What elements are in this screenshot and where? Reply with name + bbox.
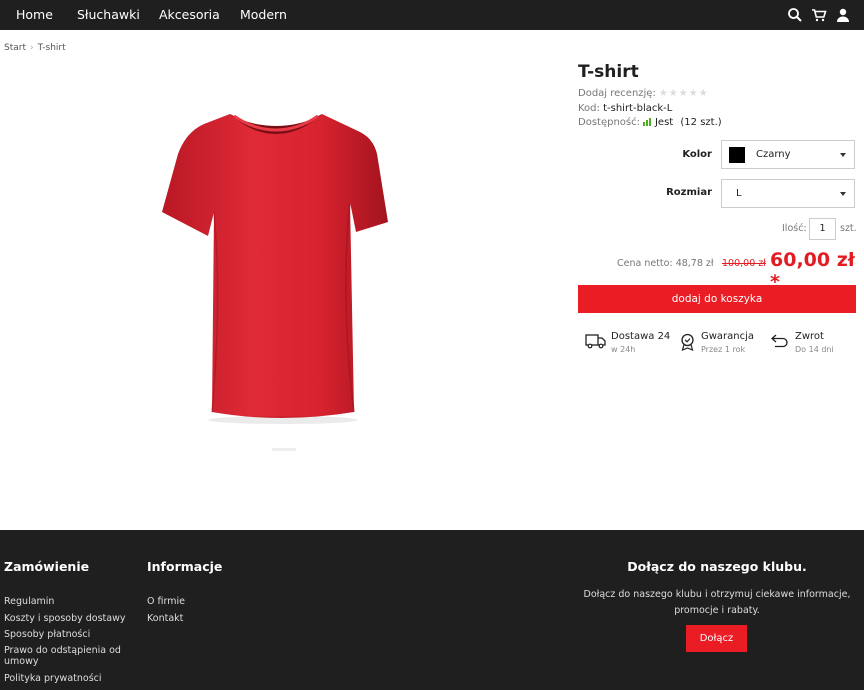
availability-icon	[642, 118, 652, 129]
rating-stars[interactable]: ★★★★★	[659, 88, 709, 99]
availability-row: Dostępność: Jest (12 szt.)	[578, 117, 722, 129]
footer-heading-order: Zamówienie	[4, 559, 90, 574]
feature-return: Zwrot Do 14 dni	[770, 331, 850, 357]
feature-title: Gwarancja	[701, 331, 755, 342]
quantity-unit: szt.	[840, 223, 857, 234]
search-icon[interactable]	[787, 7, 803, 23]
badge-icon	[681, 333, 694, 351]
footer-link[interactable]: Sposoby płatności	[4, 629, 134, 640]
add-to-cart-button[interactable]: dodaj do koszyka	[578, 285, 856, 313]
breadcrumb-separator: ›	[30, 43, 34, 53]
availability-value: Jest	[654, 117, 674, 128]
join-club-button[interactable]: Dołącz	[686, 625, 747, 652]
image-pagination	[272, 448, 296, 451]
footer-link[interactable]: O firmie	[147, 596, 185, 607]
review-label[interactable]: Dodaj recenzję:	[578, 88, 656, 99]
code-label: Kod:	[578, 103, 600, 114]
quantity-label: Ilość:	[782, 223, 807, 234]
color-swatch	[729, 147, 745, 163]
feature-title: Dostawa 24	[611, 331, 671, 342]
footer-link[interactable]: Koszty i sposoby dostawy	[4, 613, 134, 624]
product-code: t-shirt-black-L	[603, 103, 673, 114]
code-row: Kod: t-shirt-black-L	[578, 103, 672, 114]
product-image[interactable]	[150, 100, 400, 430]
club-description: Dołącz do naszego klubu i otrzymuj cieka…	[583, 589, 851, 616]
availability-label: Dostępność:	[578, 117, 640, 128]
old-price: 100,00 zł	[722, 258, 766, 269]
breadcrumb-current: T-shirt	[37, 43, 66, 53]
review-row: Dodaj recenzję: ★★★★★	[578, 88, 709, 99]
size-label: Rozmiar	[666, 187, 712, 198]
chevron-down-icon	[840, 192, 846, 196]
net-price: Cena netto: 48,78 zł	[617, 258, 714, 269]
feature-title: Zwrot	[795, 331, 824, 342]
nav-item-home[interactable]: Home	[16, 7, 53, 22]
footer-link[interactable]: Kontakt	[147, 613, 183, 624]
product-title: T-shirt	[578, 62, 639, 82]
footer-link[interactable]: Regulamin	[4, 596, 134, 607]
user-icon[interactable]	[835, 7, 851, 23]
color-label: Kolor	[682, 149, 712, 160]
footer: Zamówienie Regulamin Koszty i sposoby do…	[0, 530, 864, 690]
truck-icon	[585, 334, 606, 349]
top-navigation: Home Słuchawki Akcesoria Modern	[0, 0, 864, 30]
chevron-down-icon	[840, 153, 846, 157]
stock-count: (12 szt.)	[680, 117, 722, 128]
color-value: Czarny	[756, 149, 791, 160]
feature-subtitle: Do 14 dni	[795, 345, 834, 354]
feature-delivery: Dostawa 24 w 24h	[585, 331, 675, 357]
feature-subtitle: w 24h	[611, 345, 636, 354]
size-select[interactable]: L	[721, 179, 855, 208]
nav-item-sluchawki[interactable]: Słuchawki	[77, 7, 140, 22]
nav-item-modern[interactable]: Modern	[240, 7, 287, 22]
footer-link[interactable]: Polityka prywatności	[4, 673, 134, 684]
footer-heading-info: Informacje	[147, 559, 223, 574]
feature-warranty: Gwarancja Przez 1 rok	[679, 331, 764, 357]
breadcrumb-start[interactable]: Start	[4, 43, 26, 53]
size-value: L	[736, 188, 742, 199]
cart-icon[interactable]	[811, 7, 827, 23]
footer-link[interactable]: Prawo do odstąpienia od umowy	[4, 645, 128, 667]
breadcrumb: Start › T-shirt	[4, 43, 66, 53]
color-select[interactable]: Czarny	[721, 140, 855, 169]
nav-item-akcesoria[interactable]: Akcesoria	[159, 7, 220, 22]
club-heading: Dołącz do naszego klubu.	[627, 559, 807, 574]
return-icon	[771, 334, 788, 348]
feature-subtitle: Przez 1 rok	[701, 345, 746, 354]
quantity-input[interactable]: 1	[809, 218, 836, 240]
